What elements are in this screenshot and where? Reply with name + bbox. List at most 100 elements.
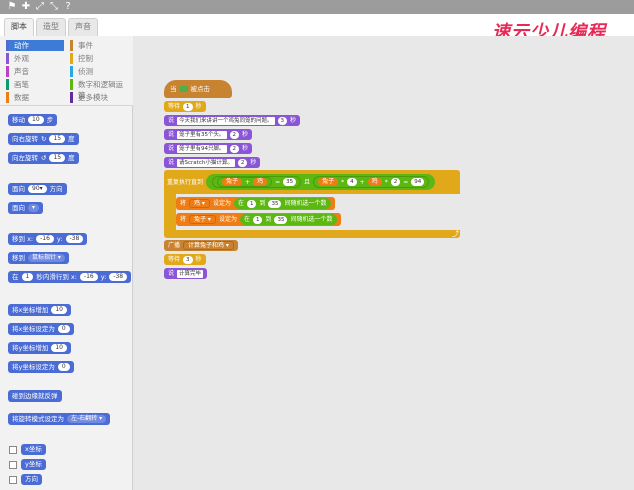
direction-checkbox[interactable] <box>9 476 17 484</box>
number-input[interactable]: 2 <box>229 130 240 139</box>
target-dropdown[interactable]: 鼠标指针 ▾ <box>28 254 65 262</box>
when-flag-clicked-hat[interactable]: 当 被点击 <box>164 80 232 98</box>
number-input[interactable]: 3 <box>183 255 193 264</box>
number-input[interactable]: 15 <box>49 154 66 162</box>
set-y-block[interactable]: 将y坐标设定为 0 <box>8 361 74 373</box>
pick-random-operator[interactable]: 在 1 到 35 间随机选一个数 <box>233 198 331 209</box>
number-input[interactable]: 1 <box>183 102 193 111</box>
number-input[interactable]: 35 <box>274 215 288 224</box>
equals-operator[interactable]: 兔子 + 鸡 = 35 <box>212 176 302 188</box>
number-input[interactable]: 1 <box>252 215 263 224</box>
point-towards-block[interactable]: 面向 ▾ <box>8 202 44 214</box>
set-variable-block[interactable]: 将 鸡 ▾ 设定为 在 1 到 35 间随机选一个数 <box>176 197 335 210</box>
wait-block[interactable]: 等待 1 秒 <box>164 101 206 112</box>
tab-costumes[interactable]: 造型 <box>36 18 66 36</box>
text-input[interactable]: 笼子里有94只脚。 <box>177 144 227 153</box>
target-dropdown[interactable]: ▾ <box>28 204 40 212</box>
category-operators[interactable]: 数字和逻辑运算 <box>70 79 130 100</box>
number-input[interactable]: 35 <box>268 199 282 208</box>
category-motion[interactable]: 动作 <box>6 40 64 51</box>
variable-dropdown[interactable]: 兔子 ▾ <box>189 215 216 224</box>
help-icon[interactable]: ? <box>62 1 74 13</box>
number-input[interactable]: 1 <box>246 199 257 208</box>
y-input[interactable]: -38 <box>65 235 84 243</box>
plus-operator[interactable]: 兔子 + 鸡 <box>217 177 273 187</box>
direction-reporter[interactable]: 方向 <box>21 474 42 485</box>
x-position-checkbox[interactable] <box>9 446 17 454</box>
number-input[interactable]: 10 <box>28 116 44 124</box>
number-input[interactable]: 35 <box>283 178 297 186</box>
number-input[interactable]: 0 <box>57 363 70 371</box>
text-input[interactable]: 笼子里有35个头。 <box>177 130 227 139</box>
scripts-area[interactable] <box>134 36 634 490</box>
category-sensing[interactable]: 侦测 <box>70 66 130 77</box>
rotation-dropdown[interactable]: 左-右翻转 ▾ <box>67 415 107 423</box>
x-position-reporter[interactable]: x坐标 <box>21 444 46 455</box>
category-events[interactable]: 事件 <box>70 40 130 51</box>
category-looks[interactable]: 外观 <box>6 53 64 64</box>
grow-icon[interactable]: ⤢ <box>34 1 46 13</box>
variable-dropdown[interactable]: 鸡 ▾ <box>189 199 210 208</box>
y-position-reporter[interactable]: y坐标 <box>21 459 46 470</box>
number-input[interactable]: 0 <box>57 325 70 333</box>
set-x-block[interactable]: 将x坐标设定为 0 <box>8 323 74 335</box>
number-input[interactable]: 2 <box>229 144 240 153</box>
x-input[interactable]: -16 <box>36 235 54 243</box>
goto-xy-block[interactable]: 移到 x: -16 y: -38 <box>8 233 88 245</box>
text-input[interactable]: 计算完毕 <box>177 269 204 278</box>
variable-reporter[interactable]: 鸡 <box>253 178 268 186</box>
category-pen[interactable]: 画笔 <box>6 79 64 90</box>
wait-block[interactable]: 等待 3 秒 <box>164 254 206 265</box>
text-input[interactable]: 请Scratch小猫计算。 <box>177 158 235 167</box>
say-for-secs-block[interactable]: 说 今天我们来讲讲一个鸡兔同笼的问题。 3 秒 <box>164 115 301 126</box>
say-for-secs-block[interactable]: 说 请Scratch小猫计算。 2 秒 <box>164 157 261 168</box>
number-input[interactable]: 4 <box>347 178 357 186</box>
number-input[interactable]: 94 <box>411 178 425 186</box>
move-steps-block[interactable]: 移动 10 步 <box>8 114 58 126</box>
text-input[interactable]: 今天我们来讲讲一个鸡兔同笼的问题。 <box>177 116 275 125</box>
glide-block[interactable]: 在 1 秒内滑行到 x: -16 y: -38 <box>8 271 132 283</box>
person-stamp-icon[interactable]: ⚑ <box>6 1 18 13</box>
category-control[interactable]: 控制 <box>70 53 130 64</box>
pick-random-operator[interactable]: 在 1 到 35 间随机选一个数 <box>239 214 337 225</box>
tab-scripts[interactable]: 脚本 <box>4 18 34 36</box>
number-input[interactable]: 10 <box>51 344 67 352</box>
and-operator[interactable]: 兔子 + 鸡 = 35 且 兔子 * 4 + 鸡 * 2 = 94 <box>206 174 436 190</box>
say-block[interactable]: 说 计算完毕 <box>164 268 208 279</box>
category-sound[interactable]: 声音 <box>6 66 64 77</box>
point-direction-block[interactable]: 面向 90▾ 方向 <box>8 183 67 195</box>
say-for-secs-block[interactable]: 说 笼子里有35个头。 2 秒 <box>164 129 253 140</box>
number-input[interactable]: 3 <box>277 116 288 125</box>
category-more-blocks[interactable]: 更多模块 <box>70 92 130 103</box>
variable-reporter[interactable]: 兔子 <box>222 178 243 186</box>
number-input[interactable]: 10 <box>51 306 67 314</box>
variable-reporter[interactable]: 兔子 <box>318 178 339 186</box>
set-variable-block[interactable]: 将 兔子 ▾ 设定为 在 1 到 35 间随机选一个数 <box>176 213 341 226</box>
y-input[interactable]: -38 <box>109 273 128 281</box>
category-data[interactable]: 数据 <box>6 92 64 103</box>
broadcast-block[interactable]: 广播 计算兔子和鸡 ▾ <box>164 240 238 251</box>
variable-reporter[interactable]: 鸡 <box>367 178 382 186</box>
block-label: 方向 <box>49 185 63 193</box>
y-position-checkbox[interactable] <box>9 461 17 469</box>
bounce-block[interactable]: 碰到边缘就反弹 <box>8 390 62 402</box>
seconds-input[interactable]: 1 <box>21 273 34 281</box>
number-input[interactable]: 15 <box>49 135 66 143</box>
block-label: 间随机选一个数 <box>284 200 327 207</box>
rotation-style-block[interactable]: 将旋转模式设定为 左-右翻转 ▾ <box>8 413 111 425</box>
equals-operator[interactable]: 兔子 * 4 + 鸡 * 2 = 94 <box>313 176 430 188</box>
goto-block[interactable]: 移到 鼠标指针 ▾ <box>8 252 69 264</box>
x-input[interactable]: -16 <box>79 273 98 281</box>
change-x-block[interactable]: 将x坐标增加 10 <box>8 304 71 316</box>
shrink-icon[interactable]: ⤡ <box>48 1 60 13</box>
number-input[interactable]: 2 <box>390 178 401 186</box>
duplicate-icon[interactable]: ✚ <box>20 1 32 13</box>
say-for-secs-block[interactable]: 说 笼子里有94只脚。 2 秒 <box>164 143 253 154</box>
turn-right-block[interactable]: 向右旋转 ↻ 15 度 <box>8 133 79 145</box>
direction-dropdown[interactable]: 90▾ <box>28 185 47 193</box>
change-y-block[interactable]: 将y坐标增加 10 <box>8 342 71 354</box>
tab-sounds[interactable]: 声音 <box>68 18 98 36</box>
number-input[interactable]: 2 <box>237 158 248 167</box>
message-dropdown[interactable]: 计算兔子和鸡 ▾ <box>183 241 234 250</box>
turn-left-block[interactable]: 向左旋转 ↺ 15 度 <box>8 152 79 164</box>
